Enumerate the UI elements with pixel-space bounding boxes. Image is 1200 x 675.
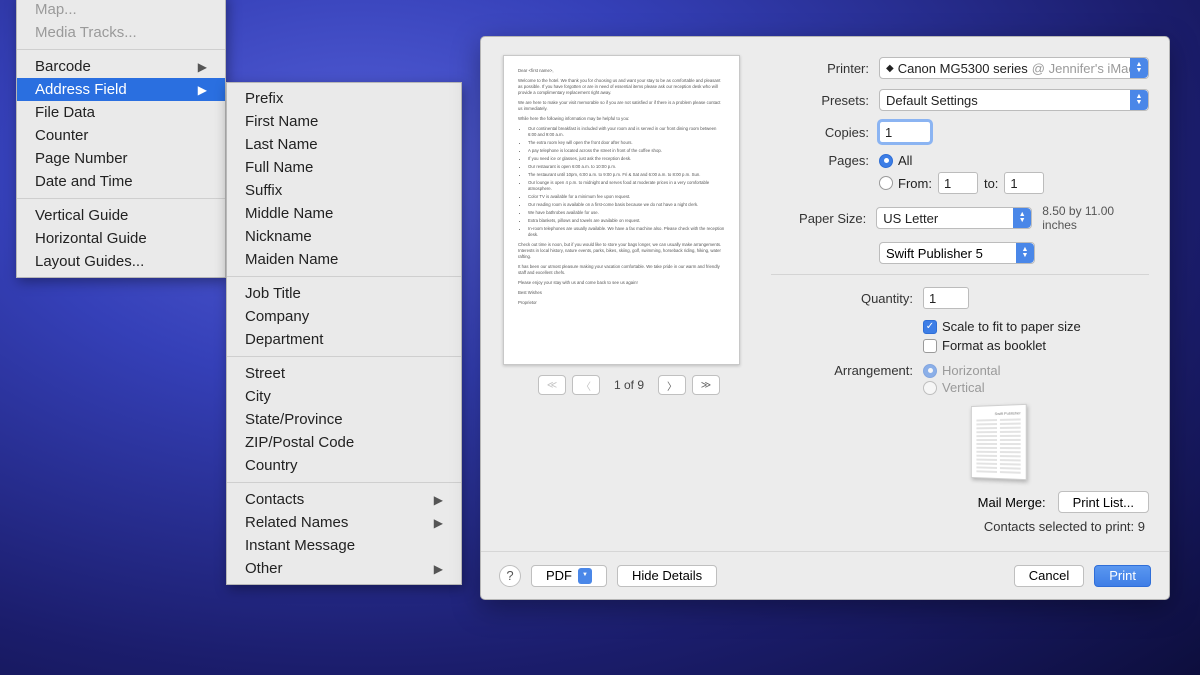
arrange-vertical-radio <box>923 381 937 395</box>
page-count: 1 of 9 <box>614 378 644 392</box>
pages-from-input[interactable]: 1 <box>938 172 978 194</box>
menu-item-barcode[interactable]: Barcode▶ <box>17 55 225 78</box>
submenu-full-name[interactable]: Full Name <box>227 156 461 179</box>
submenu-zip[interactable]: ZIP/Postal Code <box>227 431 461 454</box>
chevron-right-icon: ▶ <box>434 562 443 576</box>
menu-item-file-data[interactable]: File Data <box>17 101 225 124</box>
submenu-first-name[interactable]: First Name <box>227 110 461 133</box>
last-page-button[interactable]: ≫ <box>692 375 720 395</box>
dialog-footer: ? PDF▼ Hide Details Cancel Print <box>481 551 1169 599</box>
mail-merge-status: Contacts selected to print: 9 <box>771 519 1149 534</box>
copies-input[interactable]: 1 <box>879 121 931 143</box>
scale-to-fit-checkbox[interactable] <box>923 320 937 334</box>
menu-separator <box>227 276 461 277</box>
arrange-horizontal-radio <box>923 364 937 378</box>
next-page-button[interactable]: 〉 <box>658 375 686 395</box>
preview-pager: ≪ 〈 1 of 9 〉 ≫ <box>503 375 755 395</box>
menu-item-address-field[interactable]: Address Field▶ <box>17 78 225 101</box>
printer-status-icon: ◆ <box>886 63 894 74</box>
menu-item-page-number[interactable]: Page Number <box>17 147 225 170</box>
submenu-middle-name[interactable]: Middle Name <box>227 202 461 225</box>
paper-size-select[interactable]: US Letter ▲▼ <box>876 207 1032 229</box>
insert-menu[interactable]: Map... Media Tracks... Barcode▶ Address … <box>16 0 226 278</box>
menu-item-counter[interactable]: Counter <box>17 124 225 147</box>
print-preview: Dear <first name>, Welcome to the hotel.… <box>503 55 755 395</box>
quantity-input[interactable]: 1 <box>923 287 969 309</box>
paper-size-label: Paper Size: <box>771 211 866 226</box>
booklet-checkbox[interactable] <box>923 339 937 353</box>
page-thumbnail: Dear <first name>, Welcome to the hotel.… <box>503 55 740 365</box>
submenu-related-names[interactable]: Related Names▶ <box>227 511 461 534</box>
submenu-prefix[interactable]: Prefix <box>227 87 461 110</box>
arrangement-label: Arrangement: <box>771 363 913 378</box>
menu-item-media-tracks: Media Tracks... <box>17 21 225 44</box>
mail-merge-label: Mail Merge: <box>978 495 1046 510</box>
submenu-department[interactable]: Department <box>227 328 461 351</box>
menu-separator <box>227 482 461 483</box>
print-list-button[interactable]: Print List... <box>1058 491 1149 513</box>
booklet-preview-icon: Swift Publisher <box>971 404 1027 480</box>
submenu-contacts[interactable]: Contacts▶ <box>227 488 461 511</box>
print-button[interactable]: Print <box>1094 565 1151 587</box>
pages-all-radio[interactable] <box>879 154 893 168</box>
menu-separator <box>17 49 225 50</box>
divider <box>771 274 1149 275</box>
app-options-select[interactable]: Swift Publisher 5 ▲▼ <box>879 242 1035 264</box>
submenu-state[interactable]: State/Province <box>227 408 461 431</box>
submenu-last-name[interactable]: Last Name <box>227 133 461 156</box>
submenu-city[interactable]: City <box>227 385 461 408</box>
pages-range-radio[interactable] <box>879 176 893 190</box>
presets-label: Presets: <box>771 93 869 108</box>
pdf-menu-button[interactable]: PDF▼ <box>531 565 607 587</box>
menu-item-date-time[interactable]: Date and Time <box>17 170 225 193</box>
printer-select[interactable]: ◆ Canon MG5300 series @ Jennifer's iMac … <box>879 57 1149 79</box>
hide-details-button[interactable]: Hide Details <box>617 565 717 587</box>
pages-label: Pages: <box>771 153 869 168</box>
presets-select[interactable]: Default Settings ▲▼ <box>879 89 1149 111</box>
chevron-down-icon: ▼ <box>578 568 592 584</box>
menu-item-vertical-guide[interactable]: Vertical Guide <box>17 204 225 227</box>
prev-page-button[interactable]: 〈 <box>572 375 600 395</box>
menu-item-map: Map... <box>17 0 225 21</box>
stepper-arrows-icon: ▲▼ <box>1130 58 1148 78</box>
submenu-company[interactable]: Company <box>227 305 461 328</box>
cancel-button[interactable]: Cancel <box>1014 565 1084 587</box>
printer-label: Printer: <box>771 61 869 76</box>
print-settings: Printer: ◆ Canon MG5300 series @ Jennife… <box>771 57 1149 534</box>
stepper-arrows-icon: ▲▼ <box>1016 243 1034 263</box>
stepper-arrows-icon: ▲▼ <box>1013 208 1031 228</box>
submenu-job-title[interactable]: Job Title <box>227 282 461 305</box>
address-field-submenu[interactable]: Prefix First Name Last Name Full Name Su… <box>226 82 462 585</box>
submenu-instant-message[interactable]: Instant Message <box>227 534 461 557</box>
submenu-street[interactable]: Street <box>227 362 461 385</box>
chevron-right-icon: ▶ <box>434 493 443 507</box>
menu-item-layout-guides[interactable]: Layout Guides... <box>17 250 225 273</box>
submenu-maiden-name[interactable]: Maiden Name <box>227 248 461 271</box>
chevron-right-icon: ▶ <box>434 516 443 530</box>
menu-separator <box>227 356 461 357</box>
submenu-country[interactable]: Country <box>227 454 461 477</box>
paper-dimensions: 8.50 by 11.00 inches <box>1042 204 1149 232</box>
menu-separator <box>17 198 225 199</box>
stepper-arrows-icon: ▲▼ <box>1130 90 1148 110</box>
pages-to-input[interactable]: 1 <box>1004 172 1044 194</box>
print-dialog: Dear <first name>, Welcome to the hotel.… <box>480 36 1170 600</box>
submenu-nickname[interactable]: Nickname <box>227 225 461 248</box>
first-page-button[interactable]: ≪ <box>538 375 566 395</box>
copies-label: Copies: <box>771 125 869 140</box>
chevron-right-icon: ▶ <box>198 60 207 74</box>
help-button[interactable]: ? <box>499 565 521 587</box>
quantity-label: Quantity: <box>771 291 913 306</box>
menu-item-horizontal-guide[interactable]: Horizontal Guide <box>17 227 225 250</box>
chevron-right-icon: ▶ <box>198 83 207 97</box>
submenu-suffix[interactable]: Suffix <box>227 179 461 202</box>
submenu-other[interactable]: Other▶ <box>227 557 461 580</box>
